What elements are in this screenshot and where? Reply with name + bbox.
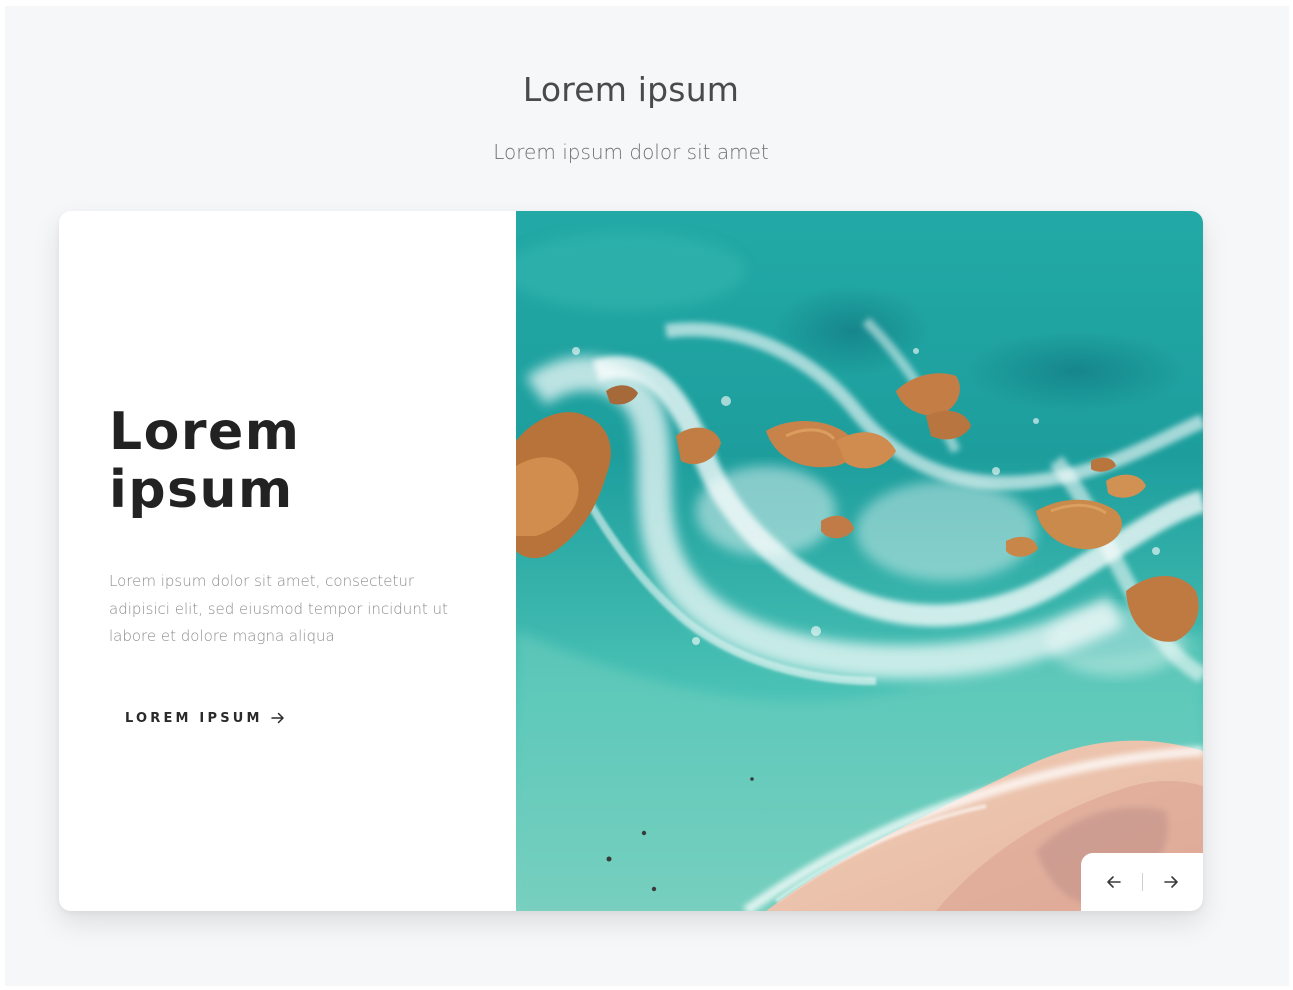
nav-divider bbox=[1141, 873, 1143, 891]
slide-image bbox=[516, 211, 1203, 911]
next-slide-button[interactable] bbox=[1149, 862, 1193, 902]
slider-card: Lorem ipsum Lorem ipsum dolor sit amet, … bbox=[59, 211, 1203, 911]
slider-navigation bbox=[1081, 853, 1203, 911]
page-subtitle: Lorem ipsum dolor sit amet bbox=[493, 140, 769, 164]
slide-content: Lorem ipsum Lorem ipsum dolor sit amet, … bbox=[59, 211, 516, 911]
slide-title: Lorem ipsum bbox=[109, 402, 301, 520]
arrow-right-icon bbox=[270, 712, 284, 724]
aerial-beach-photo bbox=[516, 211, 1203, 911]
cta-label: LOREM IPSUM bbox=[125, 710, 263, 726]
cta-button[interactable]: LOREM IPSUM bbox=[117, 701, 293, 735]
arrow-right-icon bbox=[1163, 876, 1178, 888]
arrow-left-icon bbox=[1106, 876, 1121, 888]
slide-description: Lorem ipsum dolor sit amet, consectetur … bbox=[109, 572, 448, 645]
page-title: Lorem ipsum bbox=[522, 70, 740, 109]
prev-slide-button[interactable] bbox=[1092, 862, 1136, 902]
page-background: Lorem ipsum Lorem ipsum dolor sit amet L… bbox=[5, 6, 1289, 986]
